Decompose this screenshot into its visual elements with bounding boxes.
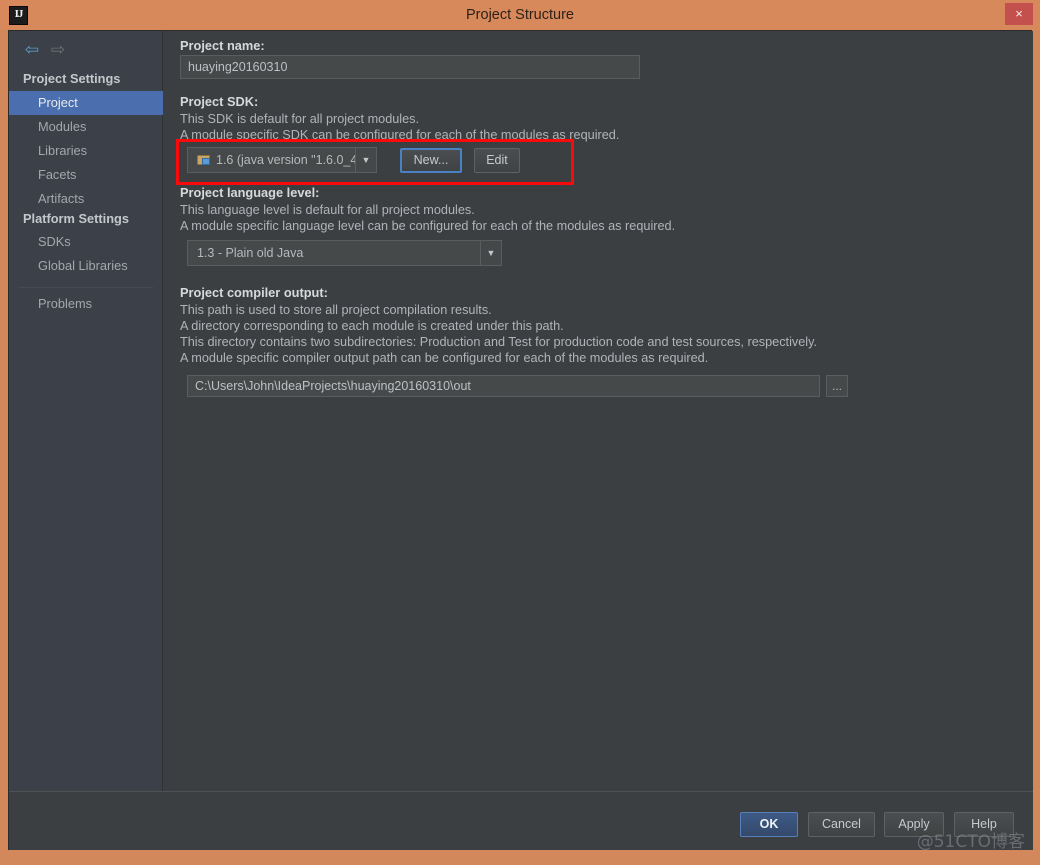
navigation-arrows: ⇦ ⇨ <box>19 39 79 61</box>
sidebar-divider <box>19 287 153 288</box>
title-bar: IJ Project Structure × <box>0 0 1040 30</box>
sidebar-group-platform-settings: Platform Settings <box>23 211 129 226</box>
dialog-body: ⇦ ⇨ Project Settings Project Modules Lib… <box>8 30 1033 852</box>
language-level-desc-2: A module specific language level can be … <box>180 219 676 233</box>
language-level-label: Project language level: <box>180 185 320 200</box>
sidebar-item-sdks[interactable]: SDKs <box>9 230 163 254</box>
sidebar-item-global-libraries[interactable]: Global Libraries <box>9 254 163 278</box>
project-sdk-label: Project SDK: <box>180 94 259 109</box>
edit-sdk-button[interactable]: Edit <box>474 148 520 173</box>
close-icon[interactable]: × <box>1005 3 1033 25</box>
language-level-value: 1.3 - Plain old Java <box>197 246 304 260</box>
ok-button[interactable]: OK <box>740 812 798 837</box>
back-arrow-icon[interactable]: ⇦ <box>21 39 43 61</box>
dialog-footer: OK Cancel Apply Help @51CTO博客 <box>9 792 1033 852</box>
cancel-button[interactable]: Cancel <box>808 812 875 837</box>
chevron-down-icon[interactable]: ▼ <box>480 241 501 265</box>
new-sdk-button[interactable]: New... <box>400 148 462 173</box>
sidebar-item-facets[interactable]: Facets <box>9 163 163 187</box>
apply-button[interactable]: Apply <box>884 812 944 837</box>
compiler-output-desc-4: A module specific compiler output path c… <box>180 351 709 365</box>
project-name-input[interactable]: huaying20160310 <box>180 55 640 79</box>
settings-sidebar: ⇦ ⇨ Project Settings Project Modules Lib… <box>9 31 163 791</box>
language-level-combo[interactable]: 1.3 - Plain old Java ▼ <box>187 240 502 266</box>
compiler-output-desc-1: This path is used to store all project c… <box>180 303 492 317</box>
window-title: Project Structure <box>466 7 574 23</box>
help-button[interactable]: Help <box>954 812 1014 837</box>
project-name-label: Project name: <box>180 38 265 53</box>
project-settings-pane: Project name: huaying20160310 Project SD… <box>164 31 1033 791</box>
language-level-desc-1: This language level is default for all p… <box>180 203 475 217</box>
compiler-output-desc-3: This directory contains two subdirectori… <box>180 335 818 349</box>
project-sdk-combo[interactable]: 1.6 (java version "1.6.0_43") ▼ <box>187 147 377 173</box>
project-sdk-desc-2: A module specific SDK can be configured … <box>180 128 620 142</box>
sidebar-item-modules[interactable]: Modules <box>9 115 163 139</box>
sidebar-item-problems[interactable]: Problems <box>9 292 163 316</box>
compiler-output-input[interactable]: C:\Users\John\IdeaProjects\huaying201603… <box>187 375 820 397</box>
sidebar-item-libraries[interactable]: Libraries <box>9 139 163 163</box>
browse-output-path-button[interactable]: ... <box>826 375 848 397</box>
sidebar-group-project-settings: Project Settings <box>23 71 121 86</box>
chevron-down-icon[interactable]: ▼ <box>355 148 376 172</box>
compiler-output-label: Project compiler output: <box>180 285 328 300</box>
project-sdk-value: 1.6 (java version "1.6.0_43") <box>216 153 373 167</box>
compiler-output-desc-2: A directory corresponding to each module… <box>180 319 564 333</box>
sidebar-item-project[interactable]: Project <box>9 91 163 115</box>
project-structure-window: IJ Project Structure × ⇦ ⇨ Project Setti… <box>0 0 1040 865</box>
forward-arrow-icon[interactable]: ⇨ <box>47 39 69 61</box>
project-sdk-desc-1: This SDK is default for all project modu… <box>180 112 420 126</box>
